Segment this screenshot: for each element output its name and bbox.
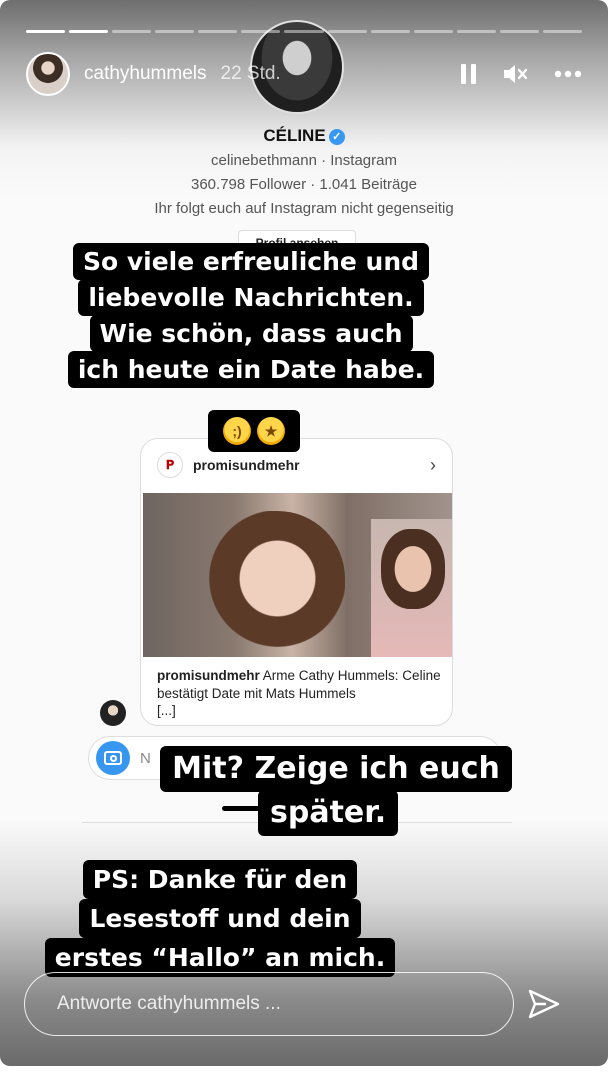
story-progress-segment bbox=[413, 30, 453, 33]
post-image bbox=[143, 493, 452, 657]
chevron-right-icon: › bbox=[430, 454, 436, 475]
story-progress-segment bbox=[542, 30, 583, 33]
dm-sender-avatar bbox=[100, 700, 126, 726]
star-struck-emoji-icon: ★ bbox=[257, 417, 285, 445]
send-icon[interactable] bbox=[526, 986, 562, 1027]
profile-name: CÉLINE ✓ bbox=[0, 126, 608, 146]
post-account-logo-icon: 𝐏 bbox=[157, 452, 183, 478]
story-progress-segment bbox=[284, 30, 324, 33]
story-progress-segment bbox=[241, 30, 281, 33]
story-progress-bar bbox=[26, 30, 583, 33]
post-image-person bbox=[195, 511, 345, 657]
caption-line: ich heute ein Date habe. bbox=[67, 351, 435, 388]
verified-badge-icon: ✓ bbox=[328, 128, 345, 145]
decorative-dash bbox=[222, 806, 266, 811]
caption-line: So viele erfreuliche und bbox=[72, 243, 430, 280]
profile-handle: celinebethmann · Instagram bbox=[211, 152, 397, 169]
story-progress-segment bbox=[456, 30, 496, 33]
caption-line: PS: Danke für den bbox=[82, 860, 358, 899]
story-progress-segment bbox=[26, 30, 66, 33]
mute-icon[interactable] bbox=[502, 63, 528, 85]
story-viewer: CÉLINE ✓ celinebethmann · Instagram 360.7… bbox=[0, 0, 608, 1066]
camera-icon bbox=[96, 741, 130, 775]
caption-text-block-3: PS: Danke für den Lesestoff und dein ers… bbox=[30, 860, 410, 977]
shared-post-card: 𝐏 promisundmehr › promisundmehr Arme Cat… bbox=[140, 438, 453, 726]
caption-text-block-2: Mit? Zeige ich euch später. bbox=[148, 746, 524, 836]
story-username[interactable]: cathyhummels bbox=[84, 63, 207, 85]
avatar[interactable] bbox=[26, 52, 70, 96]
winking-face-emoji-icon: ;) bbox=[223, 417, 251, 445]
story-header: cathyhummels 22 Std. bbox=[26, 52, 582, 96]
post-caption-user: promisundmehr bbox=[157, 668, 260, 683]
more-icon[interactable] bbox=[554, 70, 582, 78]
caption-emojis: ;) ★ bbox=[208, 410, 300, 452]
profile-follow-status: Ihr folgt euch auf Instagram nicht gegen… bbox=[154, 200, 454, 217]
profile-name-text: CÉLINE bbox=[263, 126, 326, 145]
reply-input[interactable]: Antworte cathyhummels ... bbox=[24, 972, 514, 1036]
post-image-inset-person bbox=[381, 529, 445, 609]
caption-line: später. bbox=[258, 790, 399, 836]
caption-line: Wie schön, dass auch bbox=[89, 315, 413, 352]
profile-stats: 360.798 Follower · 1.041 Beiträge bbox=[191, 176, 417, 193]
caption-line: Lesestoff und dein bbox=[79, 899, 361, 938]
post-caption-more: [...] bbox=[157, 703, 176, 719]
caption-line: liebevolle Nachrichten. bbox=[78, 279, 424, 316]
post-account-name: promisundmehr bbox=[193, 457, 300, 473]
caption-line: Mit? Zeige ich euch bbox=[160, 746, 512, 792]
pause-icon[interactable] bbox=[461, 64, 476, 84]
caption-text-block-1: So viele erfreuliche und liebevolle Nach… bbox=[50, 243, 452, 388]
story-progress-segment bbox=[499, 30, 539, 33]
reply-placeholder: Antworte cathyhummels ... bbox=[57, 993, 281, 1014]
story-progress-segment bbox=[155, 30, 195, 33]
post-image-inset bbox=[371, 519, 452, 657]
story-controls bbox=[461, 63, 582, 85]
story-progress-segment bbox=[69, 30, 109, 33]
story-progress-segment bbox=[198, 30, 238, 33]
story-timestamp: 22 Std. bbox=[220, 63, 281, 84]
story-progress-segment bbox=[112, 30, 152, 33]
story-progress-segment bbox=[370, 30, 410, 33]
post-caption: promisundmehr Arme Cathy Hummels: Celine… bbox=[157, 667, 441, 720]
story-progress-segment bbox=[327, 30, 367, 33]
